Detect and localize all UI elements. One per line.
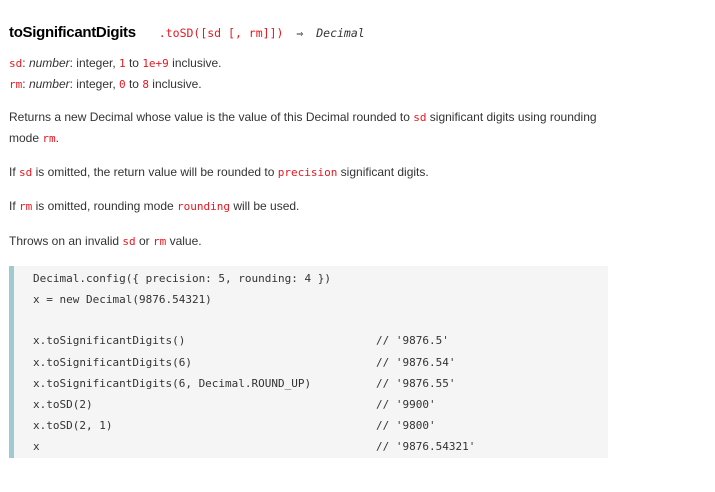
- param-desc: : integer,: [69, 56, 119, 70]
- param-name: rm: [9, 78, 23, 91]
- text: or: [135, 234, 153, 248]
- text: Throws on an invalid: [9, 234, 123, 248]
- rm-omitted-paragraph: If rm is omitted, rounding mode rounding…: [9, 196, 609, 217]
- param-name: sd: [9, 57, 23, 70]
- text: If: [9, 165, 20, 179]
- param-rm: rm: number: integer, 0 to 8 inclusive.: [9, 75, 202, 94]
- param-colon: :: [22, 56, 26, 70]
- return-arrow: ⇒: [296, 26, 304, 40]
- text: will be used.: [230, 199, 300, 213]
- code-comment: // '9876.54': [376, 356, 456, 369]
- code-example-block: Decimal.config({ precision: 5, rounding:…: [9, 266, 608, 458]
- return-type: Decimal: [316, 26, 365, 40]
- code-comment: // '9876.55': [376, 377, 456, 390]
- param-type: number: [28, 77, 70, 91]
- code-comment: // '9876.54321': [376, 440, 476, 453]
- code-line: x.toSignificantDigits(): [33, 334, 186, 347]
- param-suffix: inclusive.: [148, 77, 202, 91]
- inline-code-rounding: rounding: [177, 200, 230, 213]
- text: If: [9, 199, 20, 213]
- method-signature: .toSD([sd [, rm]]) ⇒ Decimal: [159, 26, 365, 40]
- code-line: x.toSD(2): [33, 398, 93, 411]
- description-paragraph: Returns a new Decimal whose value is the…: [9, 107, 609, 149]
- param-max: 1e+9: [142, 57, 169, 70]
- method-name: toSignificantDigits: [9, 24, 136, 41]
- param-max: 8: [142, 78, 149, 91]
- code-comment: // '9876.5': [376, 334, 449, 347]
- code-line: x: [33, 440, 40, 453]
- inline-code-sd: sd: [122, 235, 136, 248]
- code-line: Decimal.config({ precision: 5, rounding:…: [33, 272, 332, 285]
- text: value.: [166, 234, 202, 248]
- code-line: x.toSignificantDigits(6, Decimal.ROUND_U…: [33, 377, 312, 390]
- sd-omitted-paragraph: If sd is omitted, the return value will …: [9, 162, 609, 183]
- param-min: 1: [119, 57, 126, 70]
- text: .: [55, 131, 59, 145]
- inline-code-rm: rm: [42, 132, 56, 145]
- code-comment: // '9900': [376, 398, 436, 411]
- throws-paragraph: Throws on an invalid sd or rm value.: [9, 231, 609, 252]
- signature-alias: .toSD([sd [, rm]]): [158, 26, 284, 40]
- text: Returns a new Decimal whose value is the…: [9, 110, 414, 124]
- code-line: x = new Decimal(9876.54321): [33, 293, 212, 306]
- param-suffix: inclusive.: [168, 56, 222, 70]
- inline-code-rm: rm: [152, 235, 167, 248]
- param-to: to: [125, 56, 143, 70]
- text: significant digits.: [337, 165, 429, 179]
- text: is omitted, the return value will be rou…: [32, 165, 278, 179]
- param-desc: : integer,: [69, 77, 119, 91]
- method-heading: toSignificantDigits .toSD([sd [, rm]]) ⇒…: [9, 24, 365, 44]
- code-line: x.toSD(2, 1): [33, 419, 113, 432]
- param-min: 0: [119, 78, 126, 91]
- code-line: x.toSignificantDigits(6): [33, 356, 192, 369]
- inline-code-precision: precision: [277, 166, 338, 179]
- inline-code-sd: sd: [413, 111, 427, 124]
- param-to: to: [125, 77, 143, 91]
- inline-code-sd: sd: [19, 166, 33, 179]
- inline-code-rm: rm: [19, 200, 33, 213]
- param-colon: :: [22, 77, 26, 91]
- param-sd: sd: number: integer, 1 to 1e+9 inclusive…: [9, 54, 222, 73]
- text: is omitted, rounding mode: [32, 199, 178, 213]
- code-comment: // '9800': [376, 419, 436, 432]
- param-type: number: [28, 56, 70, 70]
